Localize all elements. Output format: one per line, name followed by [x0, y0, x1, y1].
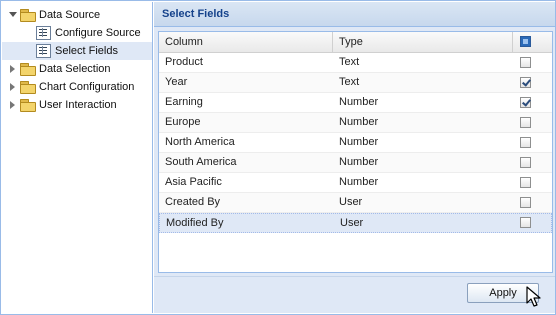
column-header-type[interactable]: Type [333, 32, 513, 52]
table-row[interactable]: Product Text [159, 53, 552, 73]
grid-header: Column Type [159, 32, 552, 53]
panel-title: Select Fields [162, 8, 230, 20]
tree-node-label: Select Fields [55, 45, 118, 57]
tree-node-label: Data Source [39, 9, 101, 21]
column-name-cell: Europe [165, 116, 201, 128]
tree-node-select-fields[interactable]: Select Fields [2, 42, 152, 60]
column-header-column[interactable]: Column [159, 32, 333, 52]
column-name-cell: South America [165, 156, 237, 168]
tree-node-data-source[interactable]: Data Source [8, 6, 100, 24]
type-cell: Number [339, 136, 379, 148]
window-frame: Data Source Configure Source Select Fiel… [0, 0, 556, 315]
table-row[interactable]: Asia Pacific Number [159, 173, 552, 193]
table-row[interactable]: Modified By User [159, 213, 552, 233]
column-name-cell: North America [165, 136, 235, 148]
select-fields-panel: Select Fields Column Type Product Text Y… [154, 2, 555, 313]
tree-node-chart-configuration[interactable]: Chart Configuration [8, 78, 134, 96]
tree-node-configure-source[interactable]: Configure Source [36, 24, 141, 42]
expand-arrow-icon[interactable] [8, 10, 18, 20]
tree-node-data-selection[interactable]: Data Selection [8, 60, 111, 78]
type-cell: Number [339, 116, 379, 128]
row-checkbox[interactable] [520, 57, 531, 68]
column-name-cell: Earning [165, 96, 203, 108]
column-name-cell: Modified By [166, 217, 224, 229]
table-row[interactable]: Year Text [159, 73, 552, 93]
folder-icon [20, 63, 36, 76]
type-cell: User [339, 196, 363, 208]
fields-grid: Column Type Product Text Year Text Earni… [158, 31, 553, 273]
select-all-checkbox[interactable] [520, 36, 531, 47]
column-name-cell: Asia Pacific [165, 176, 222, 188]
row-checkbox[interactable] [520, 177, 531, 188]
tree-node-label: Data Selection [39, 63, 111, 75]
panel-footer: Apply [154, 276, 555, 314]
table-row[interactable]: Europe Number [159, 113, 552, 133]
table-row[interactable]: Earning Number [159, 93, 552, 113]
type-cell: Number [339, 156, 379, 168]
column-name-cell: Year [165, 76, 188, 88]
form-icon [36, 26, 51, 40]
row-checkbox[interactable] [520, 137, 531, 148]
type-cell: Number [339, 96, 379, 108]
panel-header: Select Fields [154, 2, 555, 27]
table-row[interactable]: North America Number [159, 133, 552, 153]
collapse-arrow-icon[interactable] [8, 64, 18, 74]
row-checkbox[interactable] [520, 217, 531, 228]
mouse-pointer-icon [526, 286, 541, 307]
row-checkbox[interactable] [520, 97, 531, 108]
row-checkbox[interactable] [520, 77, 531, 88]
folder-icon [20, 81, 36, 94]
type-cell: Text [339, 56, 360, 68]
collapse-arrow-icon[interactable] [8, 100, 18, 110]
tree-node-label: User Interaction [39, 99, 117, 111]
form-icon [36, 44, 51, 58]
folder-open-icon [20, 9, 36, 22]
table-row[interactable]: South America Number [159, 153, 552, 173]
tree-node-user-interaction[interactable]: User Interaction [8, 96, 117, 114]
type-cell: Text [339, 76, 360, 88]
table-row[interactable]: Created By User [159, 193, 552, 213]
folder-icon [20, 99, 36, 112]
tree-node-label: Chart Configuration [39, 81, 135, 93]
column-name-cell: Product [165, 56, 203, 68]
navigation-tree: Data Source Configure Source Select Fiel… [2, 2, 153, 313]
row-checkbox[interactable] [520, 117, 531, 128]
type-cell: Number [339, 176, 379, 188]
column-name-cell: Created By [165, 196, 221, 208]
row-checkbox[interactable] [520, 157, 531, 168]
tree-node-label: Configure Source [55, 27, 141, 39]
row-checkbox[interactable] [520, 197, 531, 208]
collapse-arrow-icon[interactable] [8, 82, 18, 92]
type-cell: User [340, 217, 364, 229]
